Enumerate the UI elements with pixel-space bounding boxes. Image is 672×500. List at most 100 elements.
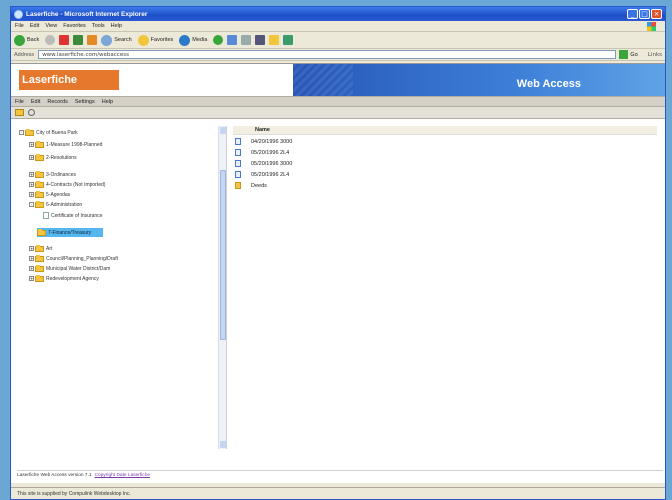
tree-item[interactable]: Certificate of Insurance: [43, 211, 102, 220]
search-icon[interactable]: [28, 109, 35, 116]
address-input[interactable]: www.laserfiche.com/webaccess: [38, 50, 617, 59]
edit-icon[interactable]: [255, 35, 266, 45]
collapse-icon[interactable]: -: [29, 202, 34, 207]
menu-tools[interactable]: Tools: [92, 23, 105, 29]
scroll-down-icon[interactable]: [220, 441, 226, 448]
tree-item[interactable]: + 3-Ordinances: [29, 170, 76, 179]
app-menu-help[interactable]: Help: [102, 99, 113, 105]
menu-file[interactable]: File: [15, 23, 24, 29]
tree-item[interactable]: + 2-Resolutions: [29, 153, 77, 162]
favorites-label: Favorites: [150, 37, 174, 43]
laserfiche-logo: Laserfiche: [19, 70, 119, 90]
copyright-link[interactable]: Copyright Date Laserfiche: [95, 473, 150, 478]
document-icon: [235, 160, 241, 167]
scroll-thumb[interactable]: [220, 170, 226, 340]
banner: Laserfiche Web Access: [11, 64, 665, 96]
tree-item-label: 4-Contracts (Not Imported): [46, 181, 106, 188]
address-label: Address: [14, 51, 35, 58]
expand-icon[interactable]: +: [29, 182, 34, 187]
print-icon[interactable]: [241, 35, 252, 45]
tree-item-label: Council/Planning_Planning/Draft: [46, 255, 118, 262]
list-item[interactable]: 05/20/1996 3000: [235, 159, 292, 168]
maximize-button[interactable]: □: [639, 9, 650, 19]
list-item[interactable]: Deeds: [235, 181, 267, 190]
back-button[interactable]: Back: [14, 34, 39, 46]
folder-tree: - City of Buena Park + 1-Measure 1998-Pl…: [17, 126, 227, 449]
expand-icon[interactable]: +: [29, 266, 34, 271]
expand-icon[interactable]: +: [29, 276, 34, 281]
links-button[interactable]: Links: [648, 52, 662, 58]
expand-icon[interactable]: +: [29, 142, 34, 147]
tree-item[interactable]: - 6-Administration: [29, 200, 82, 209]
windows-logo-icon: [647, 22, 656, 31]
tree-item[interactable]: + 4-Contracts (Not Imported): [29, 180, 105, 189]
document-icon: [235, 149, 241, 156]
list-item[interactable]: 05/20/1996 2L4: [235, 170, 289, 179]
status-bar: This site is supplied by Compulink Webde…: [11, 487, 665, 499]
app-menu-edit[interactable]: Edit: [31, 99, 40, 105]
favorites-button[interactable]: Favorites: [137, 34, 174, 46]
search-button[interactable]: Search: [101, 34, 132, 46]
list-header[interactable]: Name: [233, 126, 657, 135]
stop-icon[interactable]: [59, 35, 70, 45]
tree-root-item[interactable]: - City of Buena Park: [19, 128, 78, 137]
folder-icon: [35, 244, 44, 252]
menu-help[interactable]: Help: [111, 23, 122, 29]
app-menu-file[interactable]: File: [15, 99, 24, 105]
folder-icon: [35, 264, 44, 272]
expand-icon[interactable]: +: [29, 172, 34, 177]
folder-icon: [37, 228, 46, 236]
app-menu-settings[interactable]: Settings: [75, 99, 95, 105]
close-button[interactable]: ×: [651, 9, 662, 19]
menu-favorites[interactable]: Favorites: [63, 23, 86, 29]
tree-item[interactable]: + 5-Agendas: [29, 190, 70, 199]
tree-item[interactable]: + Art: [29, 244, 52, 253]
document-icon: [43, 212, 49, 219]
expand-icon[interactable]: +: [29, 256, 34, 261]
app-menu-records[interactable]: Records: [47, 99, 67, 105]
menu-edit[interactable]: Edit: [30, 23, 39, 29]
list-item[interactable]: 04/20/1996 3000: [235, 137, 292, 146]
tree-item-label: 2-Resolutions: [46, 154, 77, 161]
history-icon[interactable]: [213, 35, 224, 45]
tree-item-selected[interactable]: 7-Finance/Treasury: [37, 228, 104, 237]
tree-scrollbar[interactable]: [218, 126, 226, 449]
folder-icon: [35, 170, 44, 178]
tree-item[interactable]: + Council/Planning_Planning/Draft: [29, 254, 118, 263]
address-bar: Address www.laserfiche.com/webaccess Go …: [11, 49, 665, 61]
media-button[interactable]: Media: [179, 34, 207, 46]
tree-item[interactable]: + 1-Measure 1998-Planned: [29, 140, 102, 149]
tree-item-label: 6-Administration: [46, 201, 83, 208]
media-icon: [179, 34, 191, 46]
folder-icon: [35, 254, 44, 262]
go-button[interactable]: Go: [630, 52, 638, 58]
column-header-name: Name: [255, 127, 270, 133]
up-folder-icon[interactable]: [15, 109, 24, 116]
version-text: Laserfiche Web Access version 7.1: [17, 473, 92, 478]
tree-item[interactable]: + Municipal Water District/Dam: [29, 264, 110, 273]
refresh-icon[interactable]: [73, 35, 84, 45]
folder-icon: [35, 200, 44, 208]
document-list: Name 04/20/1996 3000 05/20/1996 2L4 05/2…: [229, 126, 665, 449]
ie-icon: [14, 9, 23, 19]
list-item[interactable]: 05/20/1996 2L4: [235, 148, 289, 157]
go-arrow-icon[interactable]: [619, 50, 629, 59]
tree-item[interactable]: + Redevelopment Agency: [29, 274, 99, 283]
folder-icon[interactable]: [269, 35, 280, 45]
minimize-button[interactable]: _: [627, 9, 638, 19]
banner-decoration: [293, 64, 353, 96]
expand-icon[interactable]: +: [29, 246, 34, 251]
folder-icon: [25, 128, 34, 136]
scroll-up-icon[interactable]: [220, 127, 226, 134]
mail-icon[interactable]: [227, 35, 238, 45]
browser-toolbar: Back Search Favorites Media: [11, 32, 665, 49]
expand-icon[interactable]: +: [29, 155, 34, 160]
menu-view[interactable]: View: [45, 23, 57, 29]
home-icon[interactable]: [87, 35, 98, 45]
browser-menubar: File Edit View Favorites Tools Help: [11, 21, 665, 32]
forward-arrow-icon[interactable]: [45, 35, 56, 45]
expand-icon[interactable]: +: [29, 192, 34, 197]
banner-graphic: Web Access: [293, 64, 665, 96]
messenger-icon[interactable]: [283, 35, 294, 45]
collapse-icon[interactable]: -: [19, 130, 24, 135]
